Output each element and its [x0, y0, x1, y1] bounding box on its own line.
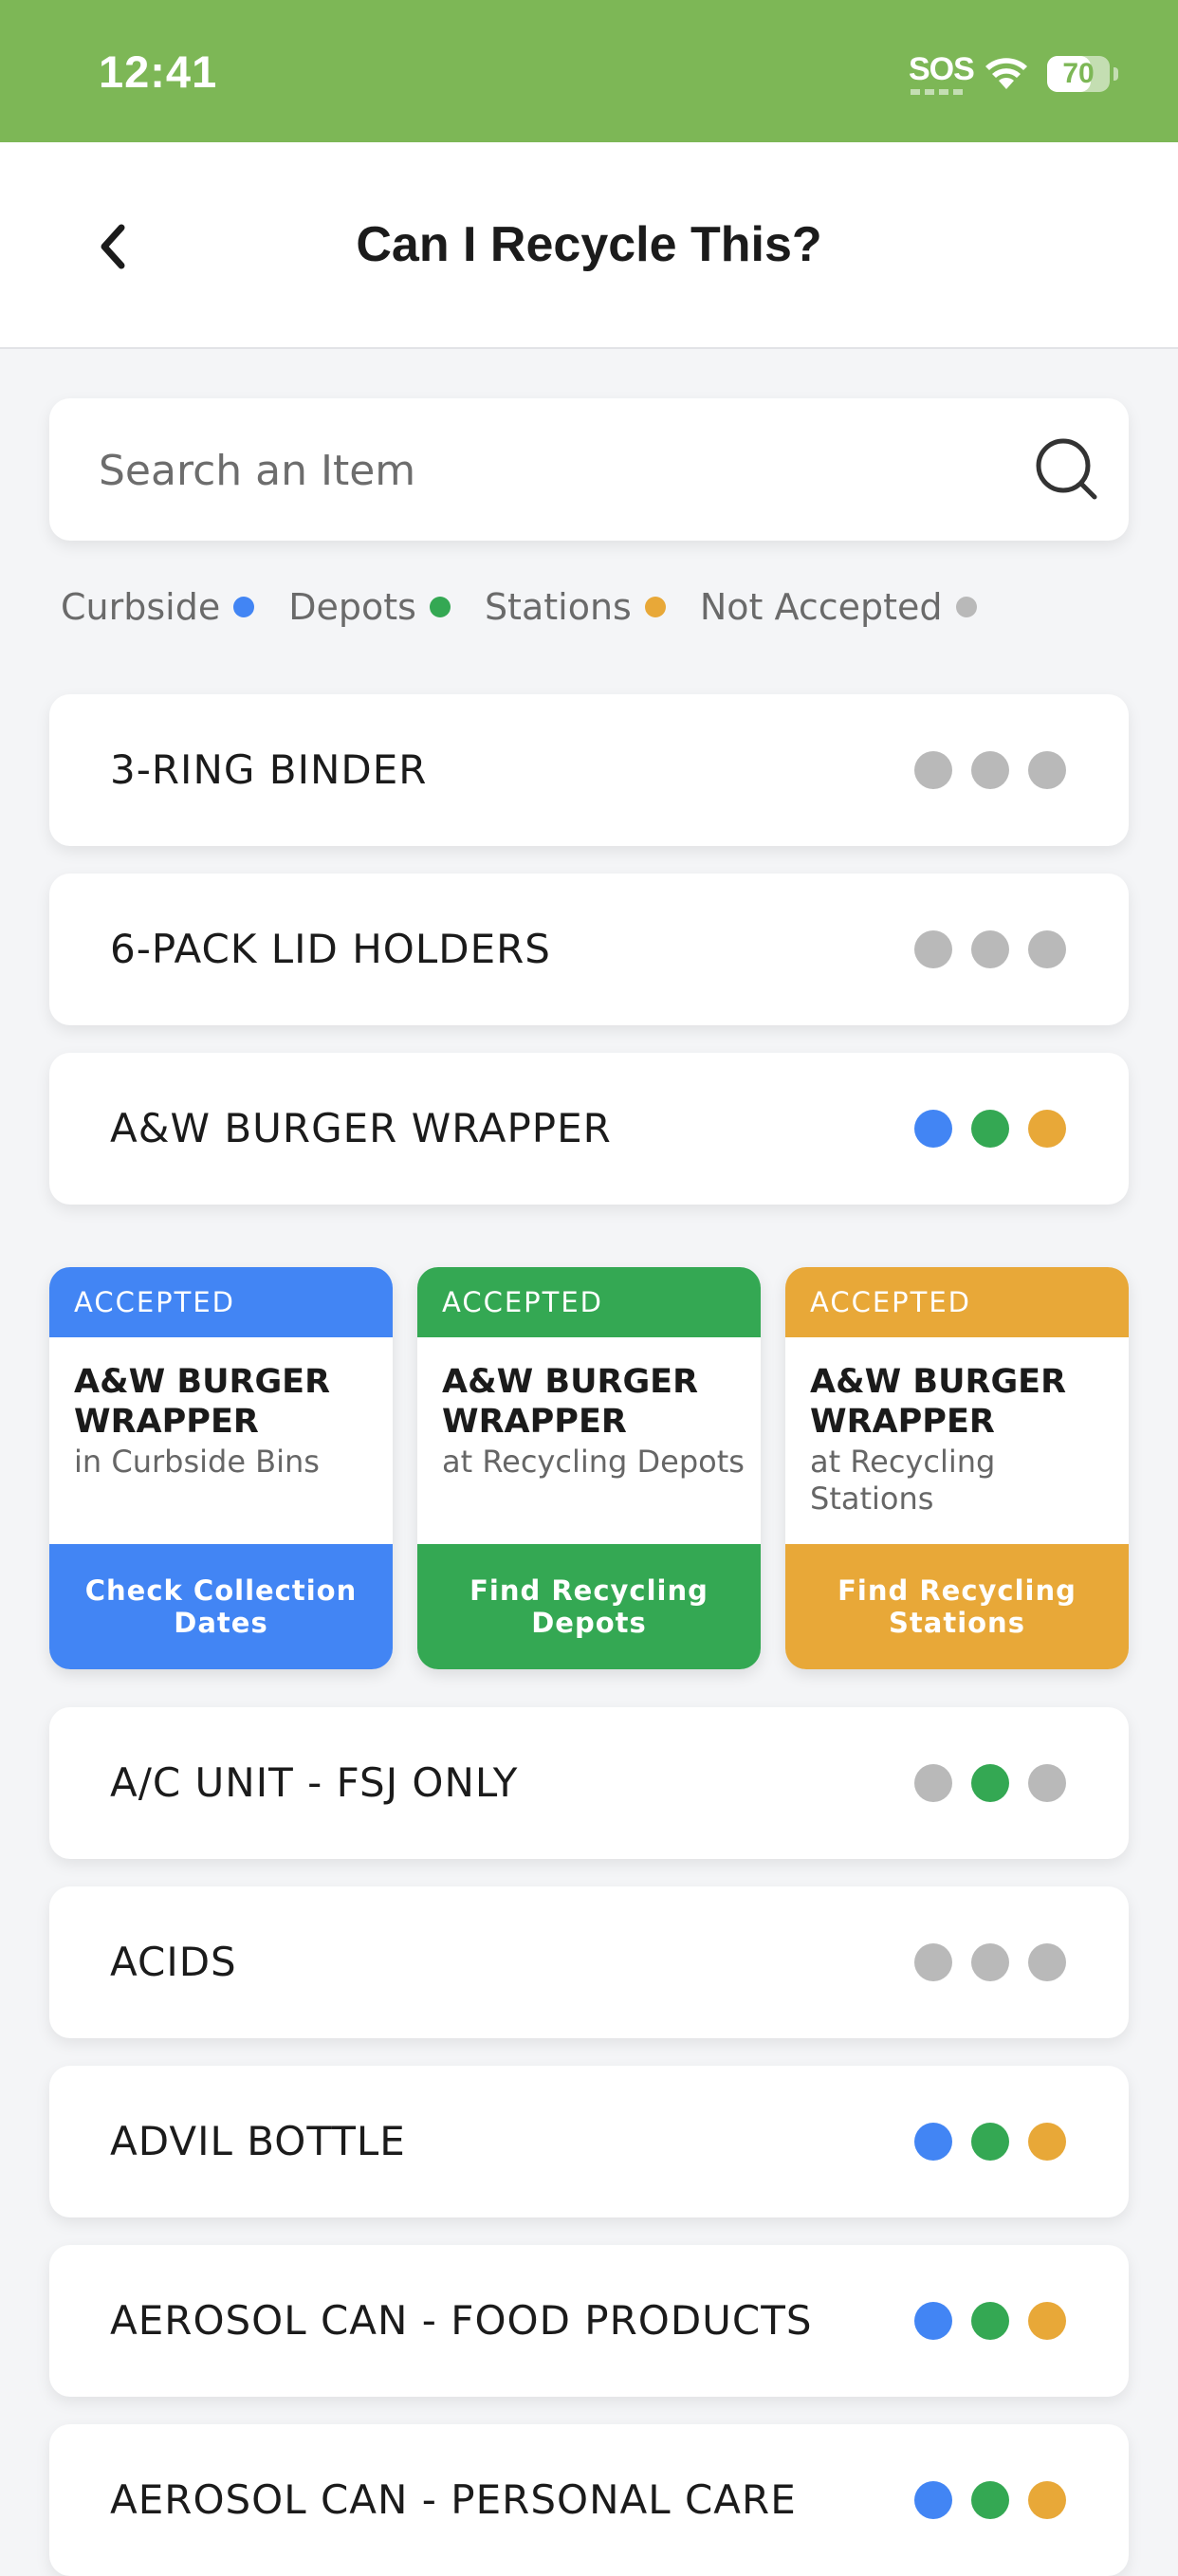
list-item[interactable]: AEROSOL CAN - FOOD PRODUCTS — [49, 2245, 1129, 2397]
item-name: 6-PACK LID HOLDERS — [110, 926, 551, 972]
list-item[interactable]: ACIDS — [49, 1886, 1129, 2038]
app-header: Can I Recycle This? — [0, 142, 1178, 349]
depots-dot-icon — [971, 2481, 1009, 2519]
status-bar: 12:41 SOS 70 — [0, 0, 1178, 142]
wifi-icon — [985, 58, 1027, 89]
acceptance-dots — [895, 1943, 1066, 1981]
acceptance-dots — [895, 2123, 1066, 2161]
stations-dot-icon — [644, 597, 666, 617]
status-time: 12:41 — [99, 46, 218, 97]
curbside-dot-icon — [914, 2302, 952, 2340]
stations-dot-icon — [1028, 751, 1066, 789]
list-item[interactable]: ADVIL BOTTLE — [49, 2066, 1129, 2217]
card-location: at Recycling Depots — [442, 1444, 745, 1480]
curbside-dot-icon — [914, 751, 952, 789]
depots-dot-icon — [971, 751, 1009, 789]
card-status: ACCEPTED — [785, 1267, 1129, 1337]
not-accepted-dot-icon — [955, 597, 977, 617]
find-recycling-depots-button[interactable]: Find Recycling Depots — [417, 1544, 761, 1669]
curbside-dot-icon — [914, 1943, 952, 1981]
battery-icon: 70 — [1047, 56, 1110, 92]
search-icon[interactable] — [1032, 434, 1102, 505]
stations-card: ACCEPTED A&W BURGER WRAPPER at Recycling… — [785, 1267, 1129, 1669]
signal-dots-icon — [911, 89, 964, 95]
item-name: A/C UNIT - FSJ ONLY — [110, 1759, 519, 1806]
curbside-dot-icon — [914, 1110, 952, 1148]
stations-dot-icon — [1028, 2481, 1066, 2519]
list-item[interactable]: A/C UNIT - FSJ ONLY — [49, 1707, 1129, 1859]
item-name: ADVIL BOTTLE — [110, 2118, 406, 2164]
card-location: at Recycling Stations — [810, 1444, 996, 1517]
battery-level: 70 — [1062, 58, 1095, 89]
curbside-card: ACCEPTED A&W BURGER WRAPPER in Curbside … — [49, 1267, 393, 1669]
stations-dot-icon — [1028, 2302, 1066, 2340]
legend-label: Depots — [288, 586, 416, 628]
card-status: ACCEPTED — [417, 1267, 761, 1337]
depots-dot-icon — [971, 930, 1009, 968]
find-recycling-stations-button[interactable]: Find Recycling Stations — [785, 1544, 1129, 1669]
card-status: ACCEPTED — [49, 1267, 393, 1337]
acceptance-dots — [895, 751, 1066, 789]
list-item[interactable]: 3-RING BINDER — [49, 694, 1129, 846]
curbside-dot-icon — [914, 930, 952, 968]
legend-label: Not Accepted — [699, 586, 943, 628]
depots-dot-icon — [971, 1943, 1009, 1981]
legend-label: Curbside — [61, 586, 221, 628]
curbside-dot-icon — [914, 2123, 952, 2161]
legend-label: Stations — [484, 586, 632, 628]
depots-dot-icon — [971, 2302, 1009, 2340]
curbside-dot-icon — [914, 2481, 952, 2519]
acceptance-dots — [895, 1110, 1066, 1148]
item-name: A&W BURGER WRAPPER — [110, 1105, 612, 1151]
list-item[interactable]: 6-PACK LID HOLDERS — [49, 874, 1129, 1025]
acceptance-dots — [895, 2302, 1066, 2340]
depots-dot-icon — [429, 597, 451, 617]
legend-depots: Depots — [288, 586, 451, 628]
stations-dot-icon — [1028, 930, 1066, 968]
acceptance-dots — [895, 930, 1066, 968]
item-name: AEROSOL CAN - FOOD PRODUCTS — [110, 2297, 813, 2344]
page-title: Can I Recycle This? — [356, 217, 822, 272]
search-bar[interactable] — [49, 398, 1129, 541]
item-name: AEROSOL CAN - PERSONAL CARE — [110, 2476, 797, 2523]
card-item-name: A&W BURGER WRAPPER — [810, 1363, 1067, 1441]
stations-dot-icon — [1028, 1943, 1066, 1981]
list-item-expanded[interactable]: A&W BURGER WRAPPER — [49, 1053, 1129, 1205]
curbside-dot-icon — [233, 597, 255, 617]
curbside-dot-icon — [914, 1764, 952, 1802]
search-input[interactable] — [97, 436, 954, 505]
legend: Curbside Depots Stations Not Accepted — [61, 579, 1011, 635]
item-name: 3-RING BINDER — [110, 746, 428, 793]
card-item-name: A&W BURGER WRAPPER — [442, 1363, 699, 1441]
depots-card: ACCEPTED A&W BURGER WRAPPER at Recycling… — [417, 1267, 761, 1669]
stations-dot-icon — [1028, 1764, 1066, 1802]
acceptance-dots — [895, 2481, 1066, 2519]
depots-dot-icon — [971, 1110, 1009, 1148]
depots-dot-icon — [971, 1764, 1009, 1802]
depots-dot-icon — [971, 2123, 1009, 2161]
stations-dot-icon — [1028, 1110, 1066, 1148]
legend-stations: Stations — [485, 586, 666, 628]
battery-cap — [1114, 67, 1118, 81]
card-location: in Curbside Bins — [74, 1444, 320, 1480]
card-item-name: A&W BURGER WRAPPER — [74, 1363, 331, 1441]
item-name: ACIDS — [110, 1939, 237, 1985]
sos-indicator: SOS — [909, 51, 975, 87]
legend-not-accepted: Not Accepted — [700, 586, 977, 628]
check-collection-dates-button[interactable]: Check Collection Dates — [49, 1544, 393, 1669]
acceptance-dots — [895, 1764, 1066, 1802]
list-item[interactable]: AEROSOL CAN - PERSONAL CARE — [49, 2424, 1129, 2576]
legend-curbside: Curbside — [61, 586, 255, 628]
stations-dot-icon — [1028, 2123, 1066, 2161]
